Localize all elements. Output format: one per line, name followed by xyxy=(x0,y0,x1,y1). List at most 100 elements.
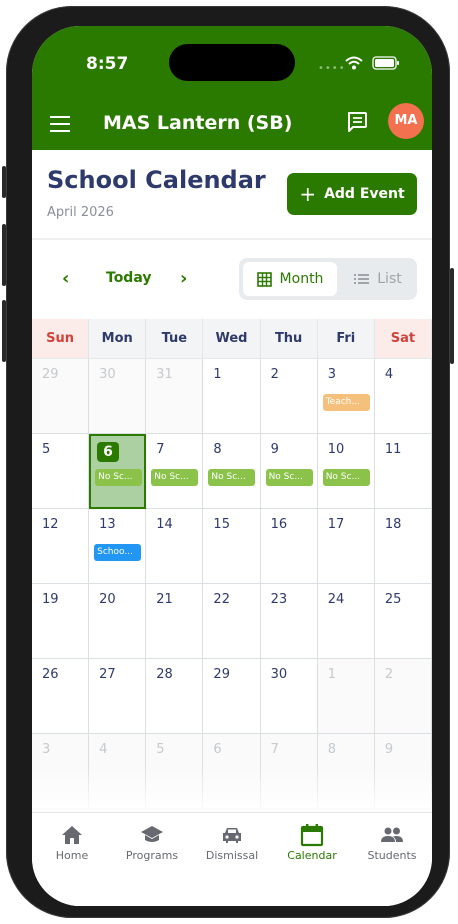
message-icon[interactable] xyxy=(346,111,368,133)
day-number: 13 xyxy=(99,517,116,532)
day-number: 16 xyxy=(270,517,288,532)
current-month-label: April 2026 xyxy=(47,205,114,220)
day-cell[interactable]: 15 xyxy=(203,509,261,584)
day-cell[interactable]: 22 xyxy=(203,584,261,659)
tab-calendar[interactable]: Calendar xyxy=(272,813,352,862)
day-cell[interactable]: 30 xyxy=(260,659,318,734)
add-event-label: Add Event xyxy=(324,186,405,202)
day-number: 5 xyxy=(156,742,165,757)
power-button xyxy=(450,268,454,364)
tab-home[interactable]: Home xyxy=(32,813,112,862)
calendar-grid: Sun Mon Tue Wed Thu Fri Sat 29 30 31 1 2 3 Teach... 4… xyxy=(32,319,432,809)
month-view-button[interactable]: Month xyxy=(243,262,337,296)
day-cell[interactable]: 5 xyxy=(32,434,90,509)
weekday-fri: Fri xyxy=(317,319,375,359)
day-number: 22 xyxy=(213,592,230,607)
event-chip[interactable]: No Sc... xyxy=(265,469,313,486)
graduation-cap-icon xyxy=(141,826,163,842)
day-cell[interactable]: 2 xyxy=(374,659,432,734)
weekday-sun: Sun xyxy=(32,319,90,359)
day-number: 7 xyxy=(270,742,279,757)
day-cell[interactable]: 4 xyxy=(374,359,432,434)
day-cell[interactable]: 11 xyxy=(374,434,432,509)
day-cell[interactable]: 19 xyxy=(32,584,90,659)
tab-programs[interactable]: Programs xyxy=(112,813,192,862)
day-number: 4 xyxy=(384,367,394,382)
day-cell[interactable]: 29 xyxy=(203,659,261,734)
day-cell[interactable]: 3 Teach... xyxy=(317,359,375,434)
day-cell[interactable]: 14 xyxy=(146,509,204,584)
divider xyxy=(32,238,432,240)
day-cell[interactable]: 26 xyxy=(32,659,90,734)
mute-switch xyxy=(2,166,6,198)
prev-month-chevron-icon[interactable]: ‹ xyxy=(62,268,69,289)
day-number: 6 xyxy=(97,442,119,462)
day-cell[interactable]: 1 xyxy=(203,359,261,434)
event-chip[interactable]: No Sc... xyxy=(151,469,199,486)
day-cell[interactable]: 25 xyxy=(374,584,432,659)
day-cell[interactable]: 10 No Sc... xyxy=(317,434,375,509)
volume-up-button xyxy=(2,224,6,286)
event-chip[interactable]: Teach... xyxy=(322,394,370,411)
day-number: 2 xyxy=(270,367,279,382)
day-cell[interactable]: 27 xyxy=(89,659,147,734)
day-number: 15 xyxy=(213,517,230,532)
plus-icon: + xyxy=(299,182,317,206)
tab-label: Home xyxy=(55,849,89,862)
today-button[interactable]: Today xyxy=(106,270,151,286)
day-cell-today[interactable]: 6 No Sc... xyxy=(89,434,147,509)
day-cell[interactable]: 12 xyxy=(32,509,90,584)
calendar-icon xyxy=(300,824,324,847)
day-cell[interactable]: 2 xyxy=(260,359,318,434)
next-month-chevron-icon[interactable]: › xyxy=(180,268,187,289)
wifi-icon xyxy=(345,56,363,70)
user-avatar[interactable]: MA xyxy=(388,103,424,139)
day-cell[interactable]: 17 xyxy=(317,509,375,584)
day-cell[interactable]: 31 xyxy=(146,359,204,434)
day-cell[interactable]: 9 No Sc... xyxy=(260,434,318,509)
day-cell[interactable]: 24 xyxy=(317,584,375,659)
day-number: 21 xyxy=(156,592,173,607)
day-number: 9 xyxy=(270,442,279,457)
day-cell[interactable]: 29 xyxy=(32,359,90,434)
event-chip[interactable]: No Sc... xyxy=(322,469,370,486)
day-cell[interactable]: 1 xyxy=(317,659,375,734)
event-chip[interactable]: No Sc... xyxy=(95,469,143,486)
app-title: MAS Lantern (SB) xyxy=(103,112,293,134)
list-view-button[interactable]: List xyxy=(343,262,413,296)
tab-dismissal[interactable]: Dismissal xyxy=(192,813,272,862)
tab-label: Dismissal xyxy=(205,849,259,862)
car-icon xyxy=(223,828,241,843)
day-cell[interactable]: 16 xyxy=(260,509,318,584)
day-number: 30 xyxy=(99,367,116,382)
day-cell[interactable]: 30 xyxy=(89,359,147,434)
people-icon xyxy=(381,827,403,842)
event-chip[interactable]: Schoo... xyxy=(94,544,142,561)
bottom-tab-bar: Home Programs Dismissal Calendar Student… xyxy=(32,812,432,906)
view-toggle: Month List xyxy=(239,258,417,300)
day-number: 20 xyxy=(99,592,116,607)
phone-frame: 8:57 •••• MAS Lantern (SB) MA School Cal… xyxy=(2,6,454,918)
tab-label: Programs xyxy=(125,849,179,862)
day-cell[interactable]: 18 xyxy=(374,509,432,584)
tab-students[interactable]: Students xyxy=(352,813,432,862)
day-cell[interactable]: 20 xyxy=(89,584,147,659)
day-cell[interactable]: 13 Schoo... xyxy=(89,509,147,584)
weekday-thu: Thu xyxy=(260,319,318,359)
add-event-button[interactable]: + Add Event xyxy=(287,173,417,215)
day-number: 23 xyxy=(270,592,288,607)
day-cell[interactable]: 8 No Sc... xyxy=(203,434,261,509)
list-view-label: List xyxy=(377,271,402,287)
hamburger-menu-icon[interactable] xyxy=(50,116,70,132)
day-cell[interactable]: 21 xyxy=(146,584,204,659)
day-cell[interactable]: 28 xyxy=(146,659,204,734)
day-cell[interactable]: 23 xyxy=(260,584,318,659)
day-number: 9 xyxy=(384,742,394,757)
event-chip[interactable]: No Sc... xyxy=(208,469,256,486)
day-number: 5 xyxy=(42,442,51,457)
tab-label: Students xyxy=(367,849,417,862)
day-number: 24 xyxy=(327,592,345,607)
day-number: 3 xyxy=(42,742,51,757)
day-cell[interactable]: 7 No Sc... xyxy=(146,434,204,509)
dynamic-island xyxy=(169,44,295,81)
